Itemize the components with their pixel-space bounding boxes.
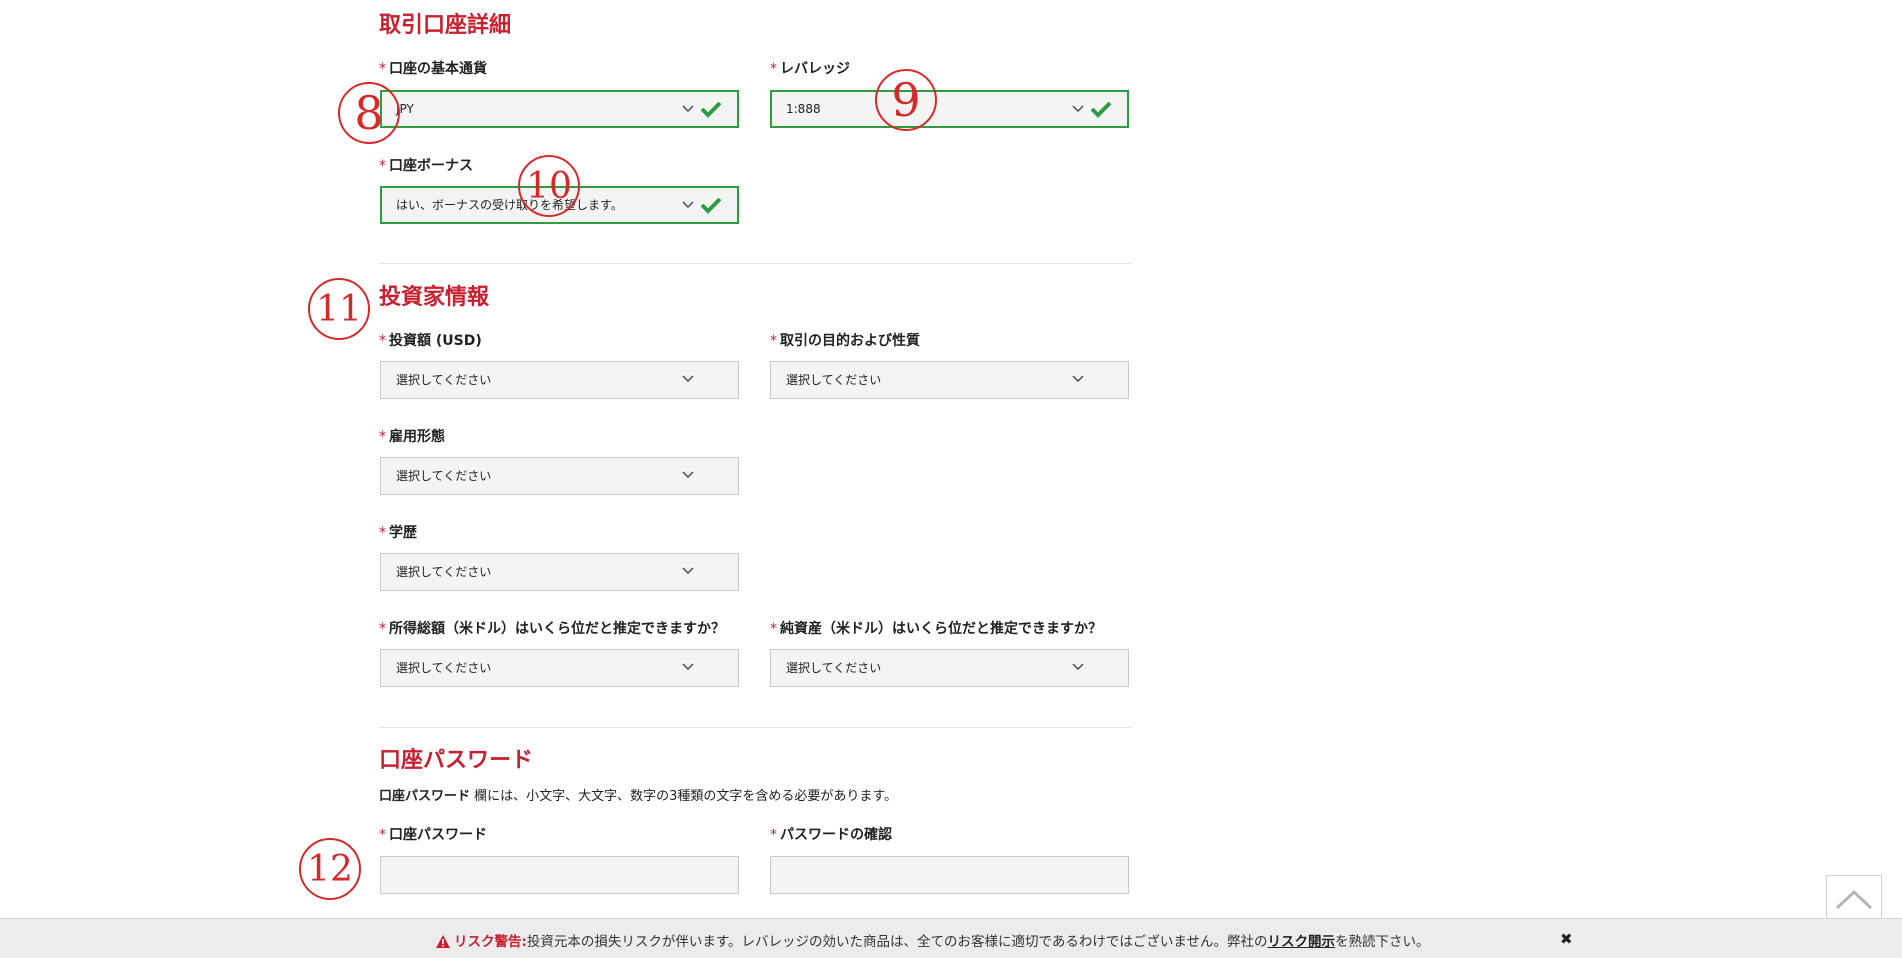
chevron-up-icon — [1835, 888, 1873, 914]
label-leverage: * レバレッジ — [770, 60, 850, 78]
investment-select[interactable]: 選択してください — [380, 361, 739, 399]
leverage-value: 1:888 — [786, 102, 821, 116]
required-mark: * — [770, 827, 777, 843]
employment-value: 選択してください — [396, 469, 492, 483]
label-bonus: * 口座ボーナス — [379, 157, 473, 175]
employment-select[interactable]: 選択してください — [380, 457, 739, 495]
base-currency-select[interactable]: JPY — [380, 90, 739, 128]
section-divider — [379, 727, 1132, 728]
chevron-down-icon — [682, 105, 694, 115]
checkmark-icon — [700, 196, 722, 214]
required-mark: * — [770, 333, 777, 349]
chevron-down-icon — [682, 663, 694, 673]
annotation-11: 11 — [308, 278, 370, 340]
label-text: 取引の目的および性質 — [780, 333, 920, 349]
bonus-value: はい、ボーナスの受け取りを希望します。 — [396, 198, 623, 212]
risk-label-text: リスク警告: — [454, 934, 527, 950]
risk-disclosure-link[interactable]: リスク開示 — [1268, 934, 1336, 950]
required-mark: * — [379, 333, 386, 349]
required-mark: * — [379, 61, 386, 77]
label-text: 口座ボーナス — [389, 158, 473, 174]
section-title-password: 口座パスワード — [379, 748, 534, 773]
label-net-assets: * 純資産（米ドル）はいくら位だと推定できますか？ — [770, 620, 1102, 638]
chevron-down-icon — [1072, 375, 1084, 385]
risk-body-text: 投資元本の損失リスクが伴います。レバレッジの効いた商品は、全てのお客様に適切であ… — [526, 934, 1268, 950]
label-password: * 口座パスワード — [379, 826, 487, 844]
password-confirm-input[interactable] — [770, 856, 1129, 894]
section-divider — [379, 263, 1132, 264]
checkmark-icon — [700, 100, 722, 118]
label-text: 純資産（米ドル）はいくら位だと推定できますか？ — [780, 621, 1102, 637]
label-purpose: * 取引の目的および性質 — [770, 332, 920, 350]
note-bold: 口座パスワード — [379, 789, 471, 804]
required-mark: * — [379, 525, 386, 541]
risk-suffix-text: を熟読下さい。 — [1335, 934, 1430, 950]
label-base-currency: * 口座の基本通貨 — [379, 60, 487, 78]
label-text: 所得総額（米ドル）はいくら位だと推定できますか？ — [389, 621, 725, 637]
annotation-9: 9 — [875, 69, 937, 131]
checkmark-icon — [1090, 100, 1112, 118]
required-mark: * — [379, 827, 386, 843]
required-mark: * — [379, 621, 386, 637]
close-icon[interactable]: ✖ — [1560, 930, 1573, 948]
education-value: 選択してください — [396, 565, 492, 579]
label-text: 雇用形態 — [389, 429, 445, 445]
label-education: * 学歴 — [379, 524, 417, 542]
label-text: 学歴 — [389, 525, 417, 541]
net-assets-value: 選択してください — [786, 661, 882, 675]
education-select[interactable]: 選択してください — [380, 553, 739, 591]
income-value: 選択してください — [396, 661, 492, 675]
label-income: * 所得総額（米ドル）はいくら位だと推定できますか？ — [379, 620, 725, 638]
label-investment: * 投資額 (USD) — [379, 332, 482, 350]
purpose-select[interactable]: 選択してください — [770, 361, 1129, 399]
required-mark: * — [770, 61, 777, 77]
purpose-value: 選択してください — [786, 373, 882, 387]
label-text: パスワードの確認 — [780, 827, 892, 843]
required-mark: * — [379, 158, 386, 174]
chevron-down-icon — [682, 375, 694, 385]
password-input[interactable] — [380, 856, 739, 894]
label-text: 投資額 (USD) — [389, 333, 482, 349]
chevron-down-icon — [682, 201, 694, 211]
section-title-investor: 投資家情報 — [379, 285, 490, 310]
required-mark: * — [379, 429, 386, 445]
chevron-down-icon — [1072, 663, 1084, 673]
risk-warning-text: リスク警告:投資元本の損失リスクが伴います。レバレッジの効いた商品は、全てのお客… — [436, 930, 1430, 952]
label-text: 口座の基本通貨 — [389, 61, 487, 77]
annotation-8: 8 — [338, 82, 400, 144]
password-requirement-note: 口座パスワード 欄には、小文字、大文字、数字の3種類の文字を含める必要があります… — [379, 785, 897, 804]
label-password-confirm: * パスワードの確認 — [770, 826, 892, 844]
leverage-select[interactable]: 1:888 — [770, 90, 1129, 128]
label-employment: * 雇用形態 — [379, 428, 445, 446]
annotation-10: 10 — [518, 155, 580, 217]
chevron-down-icon — [1072, 105, 1084, 115]
income-select[interactable]: 選択してください — [380, 649, 739, 687]
label-text: レバレッジ — [780, 61, 850, 77]
net-assets-select[interactable]: 選択してください — [770, 649, 1129, 687]
required-mark: * — [770, 621, 777, 637]
warning-triangle-icon — [436, 935, 450, 952]
chevron-down-icon — [682, 567, 694, 577]
label-text: 口座パスワード — [389, 827, 487, 843]
risk-warning-label: リスク警告: — [436, 934, 527, 950]
note-text: 欄には、小文字、大文字、数字の3種類の文字を含める必要があります。 — [470, 789, 898, 804]
annotation-12: 12 — [299, 838, 361, 900]
chevron-down-icon — [682, 471, 694, 481]
section-title-account: 取引口座詳細 — [379, 13, 512, 38]
investment-value: 選択してください — [396, 373, 492, 387]
risk-warning-bar: リスク警告:投資元本の損失リスクが伴います。レバレッジの効いた商品は、全てのお客… — [0, 918, 1902, 958]
